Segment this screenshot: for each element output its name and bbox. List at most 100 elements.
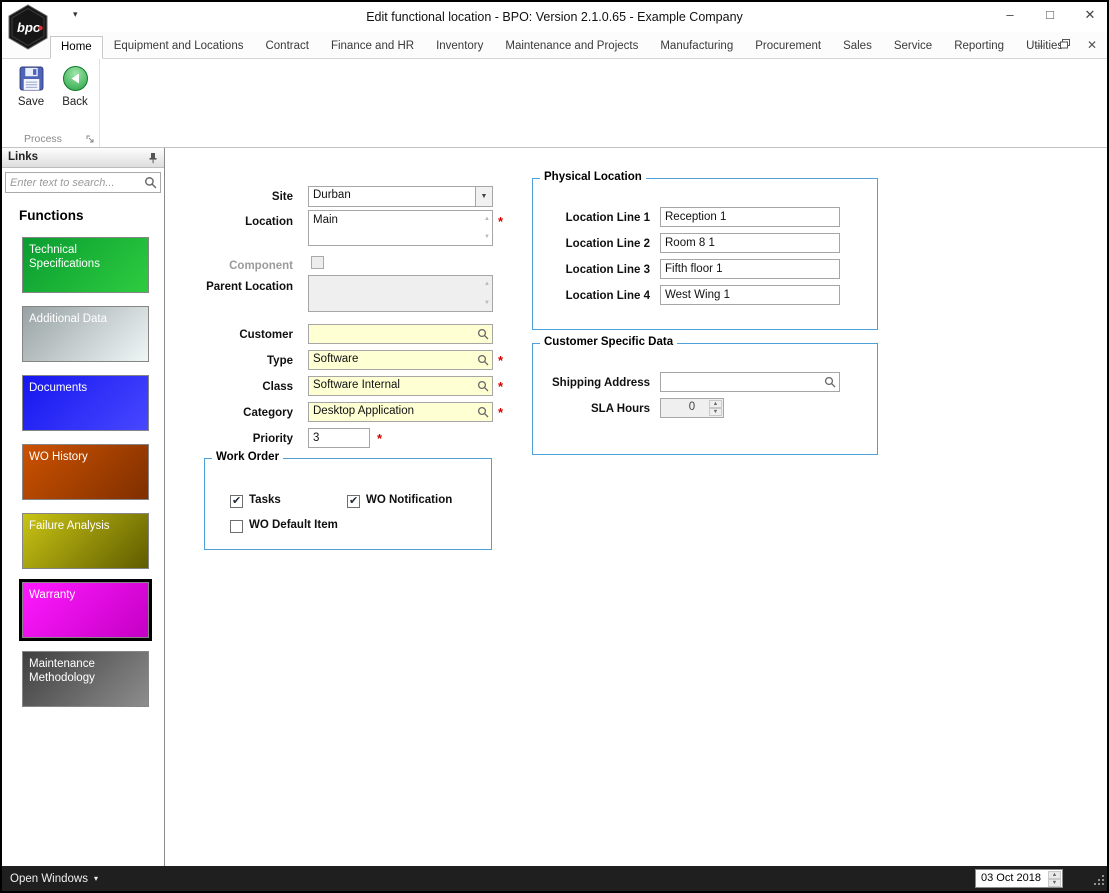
tab-equipment-and-locations[interactable]: Equipment and Locations xyxy=(103,35,255,58)
open-windows-button[interactable]: Open Windows ▾ xyxy=(10,873,98,885)
svg-text:bpo: bpo xyxy=(17,20,41,35)
mdi-restore-icon[interactable] xyxy=(1059,38,1070,52)
sidebar-item-label: Maintenance Methodology xyxy=(29,658,95,685)
sidebar-item-additional-data[interactable]: Additional Data xyxy=(22,306,149,362)
customer-lookup-icon[interactable] xyxy=(477,328,489,343)
date-value: 03 Oct 2018 xyxy=(981,872,1041,884)
tab-maintenance-and-projects[interactable]: Maintenance and Projects xyxy=(494,35,649,58)
save-floppy-icon xyxy=(18,65,45,92)
spinner-down-icon[interactable]: ▼ xyxy=(1048,879,1061,887)
site-label: Site xyxy=(271,191,293,203)
close-button[interactable]: ✕ xyxy=(1081,7,1099,23)
wo-default-item-checkbox[interactable] xyxy=(230,520,243,533)
location-input[interactable]: Main ▲ ▼ xyxy=(308,210,493,246)
tab-inventory[interactable]: Inventory xyxy=(425,35,494,58)
tab-finance-and-hr[interactable]: Finance and HR xyxy=(320,35,425,58)
scroll-down-icon[interactable]: ▼ xyxy=(484,230,490,244)
location-line-1-input[interactable] xyxy=(660,207,840,227)
sla-hours-value: 0 xyxy=(688,401,696,413)
mdi-close-button[interactable]: ✕ xyxy=(1087,38,1097,52)
bpo-logo-icon: bpo xyxy=(7,4,49,55)
quick-access-caret-icon[interactable]: ▾ xyxy=(73,9,78,20)
location-line-3-input[interactable] xyxy=(660,259,840,279)
links-panel-header: Links xyxy=(2,148,164,168)
shipping-address-label: Shipping Address xyxy=(552,377,650,389)
location-line-4-input[interactable] xyxy=(660,285,840,305)
category-value: Desktop Application xyxy=(313,405,415,417)
wo-notification-checkbox[interactable] xyxy=(347,494,360,508)
search-input[interactable] xyxy=(5,172,161,193)
app-window: bpo ▾ Edit functional location - BPO: Ve… xyxy=(0,0,1109,893)
sidebar-item-failure-analysis[interactable]: Failure Analysis xyxy=(22,513,149,569)
tab-sales[interactable]: Sales xyxy=(832,35,883,58)
type-label: Type xyxy=(267,355,293,367)
tab-service[interactable]: Service xyxy=(883,35,943,58)
process-group-launcher-icon[interactable] xyxy=(86,135,95,147)
save-button[interactable]: Save xyxy=(10,65,52,108)
site-select[interactable]: Durban ▼ xyxy=(308,186,493,207)
back-button[interactable]: Back xyxy=(54,65,96,108)
sidebar-item-label: Warranty xyxy=(29,589,76,601)
type-lookup-icon[interactable] xyxy=(477,354,489,369)
site-dropdown-icon[interactable]: ▼ xyxy=(475,187,492,206)
tab-contract[interactable]: Contract xyxy=(254,35,319,58)
category-lookup-icon[interactable] xyxy=(477,406,489,421)
class-input[interactable]: Software Internal xyxy=(308,376,493,396)
wo-default-item-checkbox-label: WO Default Item xyxy=(249,519,338,531)
category-label: Category xyxy=(243,407,293,419)
sidebar-item-documents[interactable]: Documents xyxy=(22,375,149,431)
tab-reporting[interactable]: Reporting xyxy=(943,35,1015,58)
minimize-button[interactable]: – xyxy=(1001,7,1019,23)
search-icon[interactable] xyxy=(144,176,157,194)
component-checkbox[interactable] xyxy=(311,256,324,269)
sidebar-item-maintenance-methodology[interactable]: Maintenance Methodology xyxy=(22,651,149,707)
spinner-up-icon[interactable]: ▲ xyxy=(1048,871,1061,879)
scroll-up-icon: ▲ xyxy=(484,281,490,287)
site-value: Durban xyxy=(313,189,351,201)
type-input[interactable]: Software xyxy=(308,350,493,370)
component-label: Component xyxy=(229,260,293,272)
process-group-label: Process xyxy=(24,133,62,145)
work-order-group: Work Order Tasks WO Notification WO Defa… xyxy=(204,451,492,550)
sla-hours-input[interactable]: 0 ▲ ▼ xyxy=(660,398,724,418)
shipping-address-lookup-icon[interactable] xyxy=(824,376,836,391)
class-value: Software Internal xyxy=(313,379,400,391)
location-value: Main xyxy=(313,214,338,226)
sidebar-item-label: Failure Analysis xyxy=(29,520,110,532)
tab-home[interactable]: Home xyxy=(50,36,103,59)
shipping-address-input[interactable] xyxy=(660,372,840,392)
sidebar-item-warranty[interactable]: Warranty xyxy=(19,579,152,641)
resize-grip-icon[interactable] xyxy=(1092,873,1105,889)
sidebar-item-wo-history[interactable]: WO History xyxy=(22,444,149,500)
sla-hours-label: SLA Hours xyxy=(591,403,650,415)
title-bar: bpo ▾ Edit functional location - BPO: Ve… xyxy=(2,2,1107,50)
customer-input[interactable] xyxy=(308,324,493,344)
scroll-up-icon[interactable]: ▲ xyxy=(484,212,490,226)
mdi-minimize-button[interactable]: – xyxy=(1036,38,1043,52)
maximize-button[interactable]: □ xyxy=(1041,7,1059,23)
priority-input[interactable] xyxy=(308,428,370,448)
sidebar-item-technical-specifications[interactable]: Technical Specifications xyxy=(22,237,149,293)
ribbon-group-row: Process xyxy=(2,132,1107,148)
pin-icon[interactable] xyxy=(148,152,158,167)
category-input[interactable]: Desktop Application xyxy=(308,402,493,422)
parent-location-label: Parent Location xyxy=(206,281,293,293)
window-controls: – □ ✕ xyxy=(1001,7,1099,23)
date-picker[interactable]: 03 Oct 2018 ▲ ▼ xyxy=(975,869,1063,888)
type-required-marker: * xyxy=(498,353,504,368)
parent-location-input[interactable]: ▲ ▼ xyxy=(308,275,493,312)
back-arrow-icon xyxy=(62,65,89,92)
class-lookup-icon[interactable] xyxy=(477,380,489,395)
class-label: Class xyxy=(262,381,293,393)
spinner-down-icon[interactable]: ▼ xyxy=(709,408,722,416)
location-line-2-input[interactable] xyxy=(660,233,840,253)
tasks-checkbox-label: Tasks xyxy=(249,494,281,506)
tab-procurement[interactable]: Procurement xyxy=(744,35,832,58)
tasks-checkbox[interactable] xyxy=(230,494,243,508)
spinner-up-icon[interactable]: ▲ xyxy=(709,400,722,408)
sidebar-item-label: Documents xyxy=(29,382,88,394)
tab-manufacturing[interactable]: Manufacturing xyxy=(649,35,744,58)
open-windows-caret-icon: ▾ xyxy=(93,874,98,883)
physical-location-group: Physical Location Location Line 1 Locati… xyxy=(532,171,878,330)
priority-required-marker: * xyxy=(377,431,383,446)
